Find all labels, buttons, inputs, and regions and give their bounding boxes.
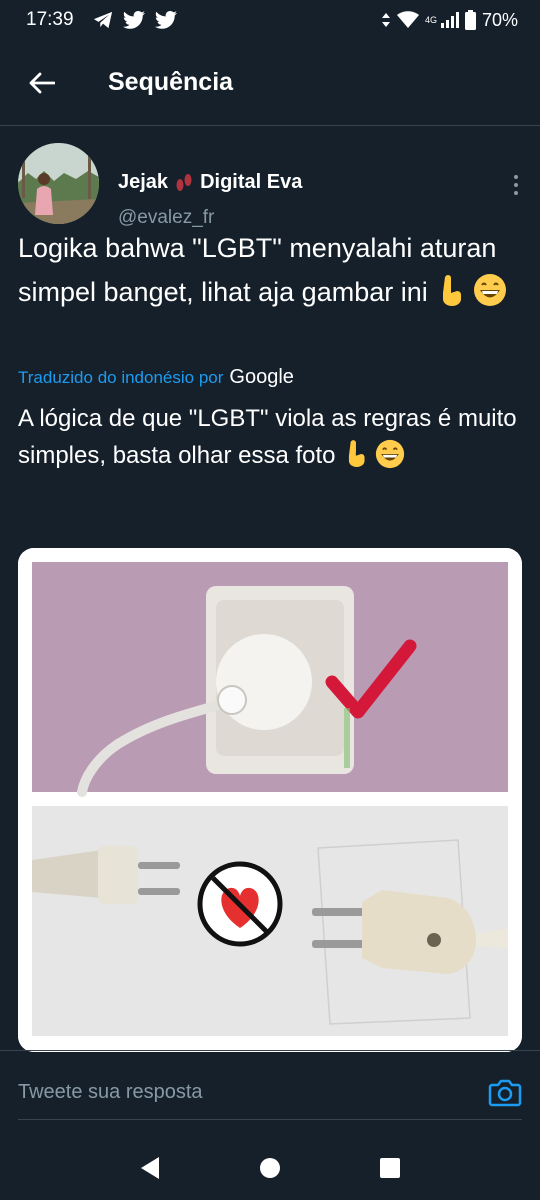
nav-home-button[interactable]	[250, 1148, 290, 1188]
author-name-last: Digital Eva	[200, 171, 303, 193]
triangle-back-icon	[141, 1157, 159, 1179]
status-bar: 17:39 4G 70%	[0, 0, 540, 40]
notification-icons	[92, 10, 178, 30]
page-title: Sequência	[108, 68, 234, 96]
camera-icon	[488, 1079, 522, 1107]
status-right: 4G 70%	[381, 10, 518, 31]
status-time: 17:39	[26, 9, 74, 30]
reply-bar	[0, 1050, 540, 1136]
media-image	[18, 548, 522, 1052]
camera-button[interactable]	[488, 1075, 522, 1109]
author-name-first: Jejak	[118, 171, 169, 193]
app-header: Sequência	[0, 40, 540, 126]
avatar[interactable]	[18, 143, 99, 224]
square-recents-icon	[380, 1158, 400, 1178]
author-row: Jejak Digital Eva @evalez_fr	[18, 143, 528, 228]
translated-text: A lógica de que "LGBT" viola as regras é…	[18, 400, 523, 474]
telegram-icon	[93, 11, 112, 29]
tweet: Jejak Digital Eva @evalez_fr Logika bahw…	[0, 126, 540, 1052]
twitter-icon	[154, 11, 177, 29]
tweet-media[interactable]	[18, 548, 522, 1052]
grinning-face-emoji-icon	[375, 439, 404, 469]
translation-attribution[interactable]: Traduzido do indonésio por Google	[18, 366, 294, 389]
arrow-left-icon	[29, 72, 55, 93]
system-nav-bar	[0, 1136, 540, 1200]
translated-text-content: A lógica de que "LGBT" viola as regras é…	[18, 405, 517, 469]
nav-recents-button[interactable]	[370, 1148, 410, 1188]
author-name[interactable]: Jejak Digital Eva	[118, 171, 302, 194]
back-button[interactable]	[20, 61, 64, 105]
nav-back-button[interactable]	[130, 1148, 170, 1188]
translated-label: Traduzido do indonésio por	[18, 368, 224, 387]
data-arrows-icon	[381, 13, 390, 27]
tweet-text: Logika bahwa "LGBT" menyalahi aturan sim…	[18, 226, 518, 314]
battery-percent: 70%	[481, 9, 518, 30]
footprints-icon	[176, 173, 192, 191]
battery-icon	[464, 10, 476, 30]
signal-icon	[440, 12, 459, 28]
pointing-down-emoji-icon	[443, 275, 462, 306]
twitter-icon	[122, 11, 145, 29]
google-label: Google	[229, 366, 294, 388]
network-type: 4G	[424, 15, 437, 25]
pointing-down-emoji-icon	[349, 440, 365, 467]
reply-input[interactable]	[18, 1067, 458, 1117]
divider	[18, 1119, 522, 1120]
wifi-icon	[396, 11, 419, 28]
grinning-face-emoji-icon	[473, 274, 506, 306]
more-options-button[interactable]	[504, 171, 528, 199]
tweet-text-content: Logika bahwa "LGBT" menyalahi aturan sim…	[18, 233, 497, 307]
circle-home-icon	[260, 1158, 280, 1178]
